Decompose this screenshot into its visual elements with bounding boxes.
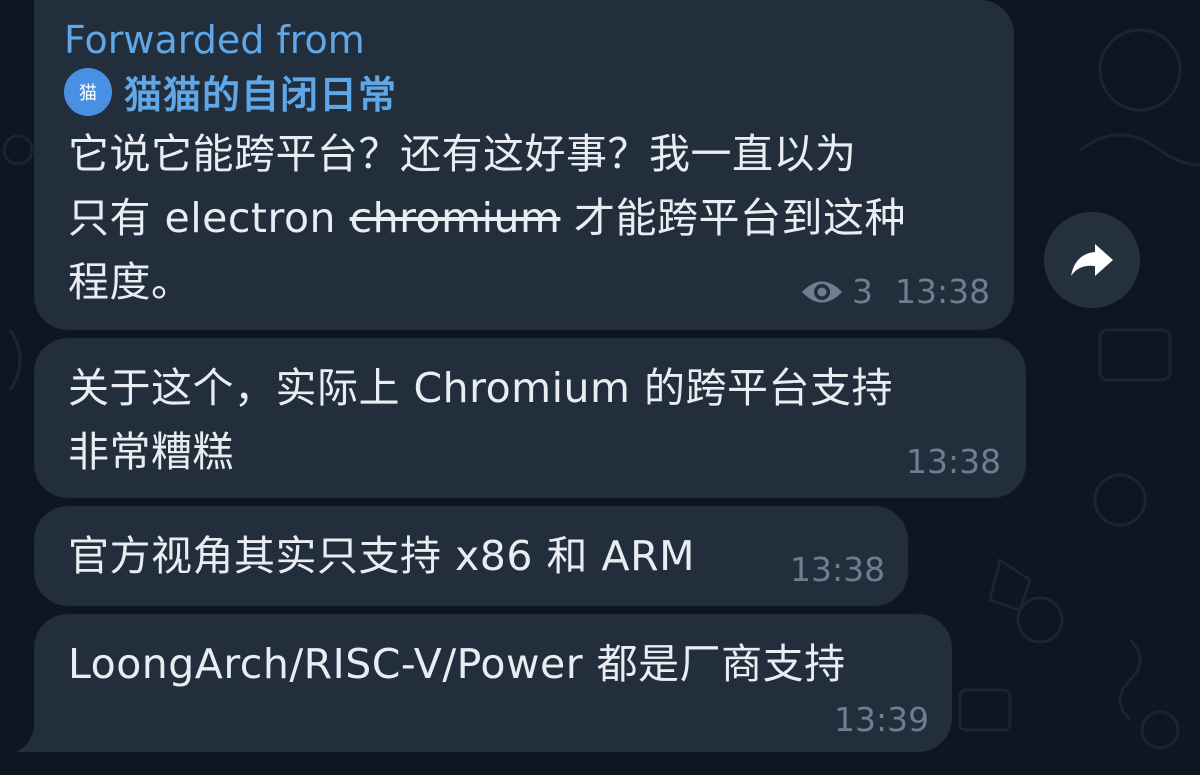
- message-text: 官方视角其实只支持 x86 和 ARM: [68, 524, 695, 588]
- message-bubble[interactable]: 关于这个，实际上 Chromium 的跨平台支持 非常糟糕 13:38: [34, 338, 1026, 498]
- channel-avatar[interactable]: 猫: [64, 67, 112, 116]
- message-line: 官方视角其实只支持 x86 和 ARM: [68, 532, 695, 580]
- message-segment: 才能跨平台到这种: [573, 194, 906, 242]
- forwarded-channel-name[interactable]: 猫猫的自闭日常: [124, 64, 397, 119]
- message-meta: 3 13:38: [800, 272, 990, 311]
- message-line: 非常糟糕: [68, 428, 234, 476]
- message-line: 它说它能跨平台？还有这好事？我一直以为: [68, 130, 857, 178]
- message-bubble-forwarded[interactable]: Forwarded from 猫 猫猫的自闭日常 它说它能跨平台？还有这好事？我…: [34, 0, 1014, 330]
- share-arrow-icon: [1071, 244, 1113, 276]
- message-time: 13:38: [790, 550, 886, 589]
- forwarded-label: Forwarded from: [64, 18, 365, 62]
- message-segment: 只有 electron: [68, 194, 337, 242]
- message-bubble[interactable]: LoongArch/RISC-V/Power 都是厂商支持 13:39: [34, 614, 952, 752]
- message-line: LoongArch/RISC-V/Power 都是厂商支持: [68, 640, 846, 688]
- strikethrough-text: chromium: [349, 194, 561, 242]
- message-bubble[interactable]: 官方视角其实只支持 x86 和 ARM 13:38: [34, 506, 908, 606]
- message-line: 关于这个，实际上 Chromium 的跨平台支持: [68, 364, 893, 412]
- message-time: 13:38: [906, 442, 1002, 481]
- view-count: 3: [852, 272, 873, 311]
- message-time: 13:38: [895, 272, 991, 311]
- eye-icon: [802, 281, 842, 302]
- message-text: LoongArch/RISC-V/Power 都是厂商支持: [68, 632, 846, 696]
- message-line: 只有 electron chromium 才能跨平台到这种: [68, 186, 1008, 250]
- message-text: 关于这个，实际上 Chromium 的跨平台支持 非常糟糕: [68, 356, 1018, 484]
- share-button[interactable]: [1044, 212, 1140, 308]
- message-time: 13:39: [834, 700, 930, 739]
- bubble-tail: [16, 728, 34, 752]
- forwarded-source[interactable]: 猫 猫猫的自闭日常: [64, 64, 397, 119]
